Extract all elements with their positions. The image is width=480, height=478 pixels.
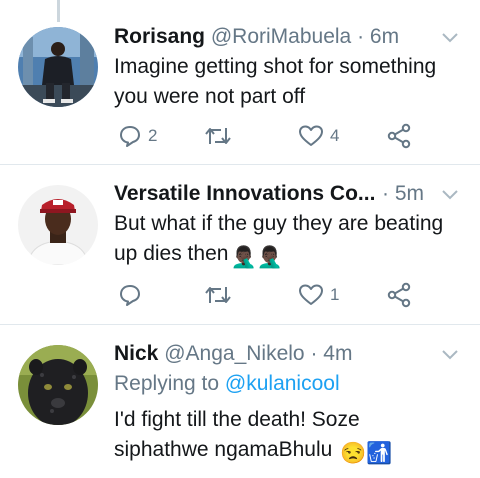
tweet-text: I'd fight till the death! Soze siphathwe… [114, 405, 464, 469]
display-name[interactable]: Rorisang [114, 25, 205, 48]
chevron-down-icon[interactable] [441, 189, 459, 201]
tweet[interactable]: Rorisang @RoriMabuela · 6m Imagine getti… [0, 0, 480, 165]
facepalm-emoji: 🤦🏿‍♂️🤦🏿‍♂️ [230, 246, 283, 269]
heart-icon [299, 284, 323, 305]
chevron-down-icon[interactable] [441, 349, 459, 361]
tweet-text-line: Imagine getting shot for something [114, 55, 437, 78]
avatar-photo [18, 185, 98, 265]
replying-to-handle[interactable]: @kulanicool [225, 372, 340, 395]
tweet-text-line: siphathwe ngamaBhulu [114, 438, 333, 461]
like-button[interactable]: 4 [298, 122, 339, 150]
retweet-button[interactable] [204, 122, 238, 150]
tweet[interactable]: Nick @Anga_Nikelo · 4m Replying to @kula… [0, 325, 480, 478]
display-name[interactable]: Nick [114, 342, 158, 365]
timestamp: · 6m [357, 25, 400, 48]
reply-icon [120, 285, 140, 306]
like-count: 1 [330, 285, 340, 304]
retweet-icon [205, 287, 231, 303]
user-handle[interactable]: @Anga_Nikelo [164, 342, 304, 365]
retweet-button[interactable] [204, 281, 238, 309]
replying-to: Replying to @kulanicool [114, 371, 340, 397]
reply-icon [120, 126, 140, 147]
tweet-text: But what if the guy they are beating up … [114, 209, 464, 273]
share-button[interactable] [386, 122, 412, 150]
like-button[interactable]: 1 [298, 281, 339, 309]
timestamp: · 4m [310, 342, 353, 365]
tweet-text-line-with-emoji: siphathwe ngamaBhulu 😒🚮 [114, 435, 464, 469]
avatar[interactable] [18, 185, 98, 265]
tweet-actions: 2 4 [114, 122, 424, 150]
avatar-photo [18, 345, 98, 425]
tweet-text-line: I'd fight till the death! Soze [114, 408, 360, 431]
share-button[interactable] [386, 281, 412, 309]
like-count: 4 [330, 126, 340, 145]
chevron-down-icon[interactable] [441, 32, 459, 44]
thread-line [57, 0, 60, 22]
replying-to-label: Replying to [114, 372, 220, 395]
reply-button[interactable] [118, 281, 148, 309]
avatar-photo [18, 27, 98, 107]
avatar[interactable] [18, 27, 98, 107]
retweet-icon [205, 128, 231, 144]
tweet-text-line-with-emoji: up dies then🤦🏿‍♂️🤦🏿‍♂️ [114, 239, 464, 273]
avatar[interactable] [18, 345, 98, 425]
share-icon [387, 282, 411, 308]
tweet-actions: 1 [114, 281, 424, 309]
tweet[interactable]: Versatile Innovations Co... · 5m But wha… [0, 165, 480, 325]
display-name[interactable]: Versatile Innovations Co... [114, 182, 375, 205]
user-handle[interactable]: @RoriMabuela [211, 25, 351, 48]
share-icon [387, 123, 411, 149]
unamused-trash-emoji: 😒🚮 [340, 442, 393, 465]
tweet-text: Imagine getting shot for something you w… [114, 52, 464, 112]
tweet-text-line: you were not part off [114, 85, 306, 108]
tweet-text-line: up dies then [114, 242, 229, 265]
timestamp: · 5m [382, 182, 424, 205]
reply-count: 2 [148, 126, 158, 145]
reply-button[interactable]: 2 [118, 122, 157, 150]
heart-icon [299, 125, 323, 146]
tweet-text-line: But what if the guy they are beating [114, 212, 444, 235]
